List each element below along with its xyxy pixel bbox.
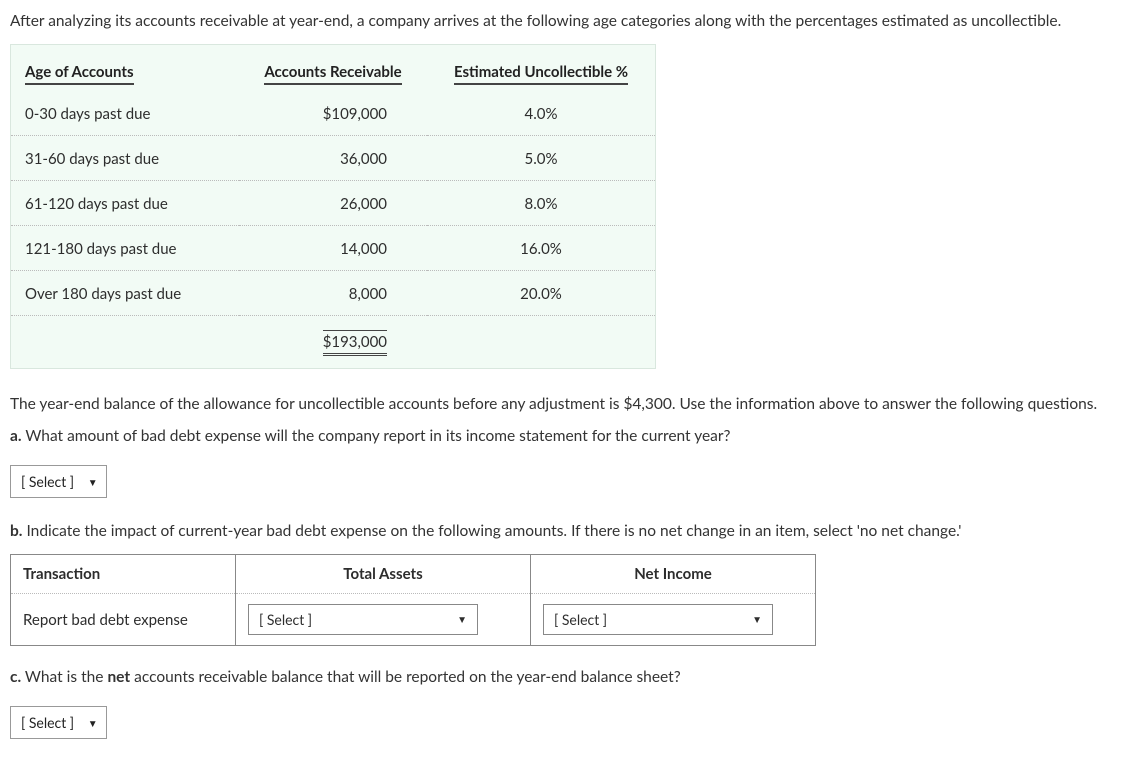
cell-ar: 36,000: [239, 136, 427, 181]
question-c-post: accounts receivable balance that will be…: [130, 668, 681, 686]
header-age: Age of Accounts: [11, 45, 239, 91]
cell-ar: 14,000: [239, 226, 427, 271]
cell-pct: 16.0%: [427, 226, 655, 271]
question-b-label: b.: [10, 522, 22, 540]
impact-table: Transaction Total Assets Net Income Repo…: [10, 554, 816, 646]
total-row: $193,000: [11, 316, 655, 369]
table-row: 121-180 days past due 14,000 16.0%: [11, 226, 655, 271]
question-b: b. Indicate the impact of current-year b…: [10, 522, 1138, 540]
cell-pct: 5.0%: [427, 136, 655, 181]
question-a: a. What amount of bad debt expense will …: [10, 427, 1138, 445]
question-c: c. What is the net accounts receivable b…: [10, 668, 1138, 686]
cell-age: 0-30 days past due: [11, 91, 239, 136]
question-a-text: What amount of bad debt expense will the…: [22, 427, 731, 445]
impact-row: Report bad debt expense [ Select ] ▼ [ S…: [11, 594, 816, 646]
cell-age: 61-120 days past due: [11, 181, 239, 226]
header-net-income: Net Income: [531, 555, 816, 594]
chevron-down-icon: ▼: [88, 718, 98, 730]
impact-assets-cell: [ Select ] ▼: [236, 594, 531, 646]
impact-row-label: Report bad debt expense: [11, 594, 236, 646]
context-paragraph: The year-end balance of the allowance fo…: [10, 395, 1138, 413]
question-c-pre: What is the: [21, 668, 107, 686]
table-row: 0-30 days past due $109,000 4.0%: [11, 91, 655, 136]
chevron-down-icon: ▼: [457, 614, 467, 626]
question-c-label: c.: [10, 668, 21, 686]
header-transaction: Transaction: [11, 555, 236, 594]
select-placeholder: [ Select ]: [554, 611, 607, 628]
table-row: 61-120 days past due 26,000 8.0%: [11, 181, 655, 226]
question-c-bold: net: [107, 668, 130, 686]
question-b-text: Indicate the impact of current-year bad …: [22, 522, 961, 540]
cell-pct: 4.0%: [427, 91, 655, 136]
header-ar: Accounts Receivable: [239, 45, 427, 91]
question-a-label: a.: [10, 427, 22, 445]
select-answer-a[interactable]: [ Select ] ▼: [10, 465, 107, 498]
age-table-container: Age of Accounts Accounts Receivable Esti…: [10, 44, 656, 369]
total-ar: $193,000: [239, 316, 427, 369]
cell-ar: 8,000: [239, 271, 427, 316]
chevron-down-icon: ▼: [88, 477, 98, 489]
cell-ar: $109,000: [239, 91, 427, 136]
impact-income-cell: [ Select ] ▼: [531, 594, 816, 646]
table-row: 31-60 days past due 36,000 5.0%: [11, 136, 655, 181]
cell-pct: 20.0%: [427, 271, 655, 316]
select-answer-c[interactable]: [ Select ] ▼: [10, 706, 107, 739]
select-placeholder: [ Select ]: [21, 714, 74, 731]
chevron-down-icon: ▼: [752, 614, 762, 626]
cell-age: 31-60 days past due: [11, 136, 239, 181]
cell-ar: 26,000: [239, 181, 427, 226]
header-pct: Estimated Uncollectible %: [427, 45, 655, 91]
cell-age: 121-180 days past due: [11, 226, 239, 271]
age-table: Age of Accounts Accounts Receivable Esti…: [11, 45, 655, 368]
select-placeholder: [ Select ]: [259, 611, 312, 628]
cell-age: Over 180 days past due: [11, 271, 239, 316]
select-net-income[interactable]: [ Select ] ▼: [543, 604, 773, 635]
table-row: Over 180 days past due 8,000 20.0%: [11, 271, 655, 316]
select-total-assets[interactable]: [ Select ] ▼: [248, 604, 478, 635]
select-placeholder: [ Select ]: [21, 473, 74, 490]
cell-pct: 8.0%: [427, 181, 655, 226]
header-total-assets: Total Assets: [236, 555, 531, 594]
intro-text: After analyzing its accounts receivable …: [10, 12, 1138, 30]
